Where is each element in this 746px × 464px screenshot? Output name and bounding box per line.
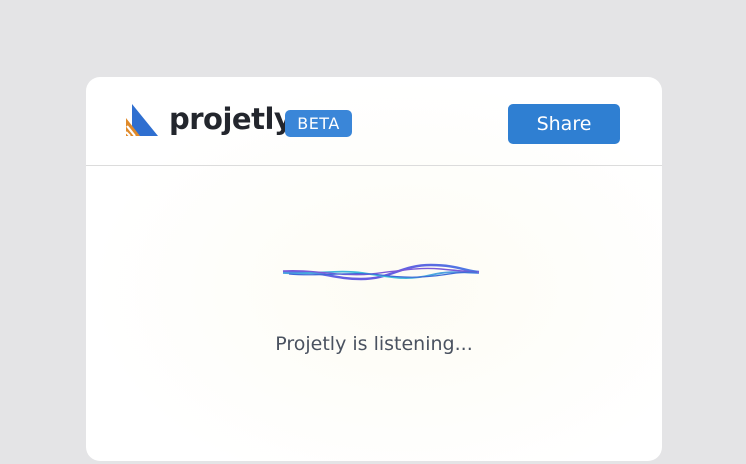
listening-panel: projetly BETA Share Projetly is listenin… [86,77,662,461]
panel-header: projetly BETA Share [86,77,662,166]
audio-waveform-icon [282,263,480,281]
listening-status: Projetly is listening... [275,333,473,355]
beta-badge: BETA [285,110,352,137]
projetly-logo-icon [126,104,158,136]
share-button[interactable]: Share [508,104,620,144]
brand-name: projetly [169,102,293,136]
